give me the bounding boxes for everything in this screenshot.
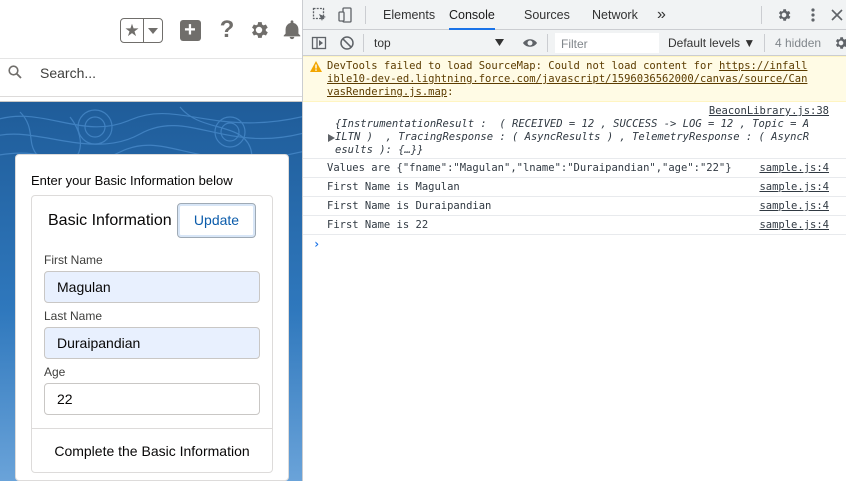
tab-network[interactable]: Network bbox=[592, 0, 638, 30]
first-name-label: First Name bbox=[44, 253, 103, 267]
divider bbox=[32, 428, 272, 429]
source-link[interactable]: sample.js:4 bbox=[759, 162, 829, 174]
tab-sources[interactable]: Sources bbox=[524, 0, 570, 30]
hidden-count: 4 hidden bbox=[775, 36, 822, 50]
basic-info-section: Basic Information Update First Name Magu… bbox=[31, 195, 273, 473]
search-input[interactable]: Search... bbox=[40, 65, 96, 81]
console-log: First Name is 22 sample.js:4 bbox=[303, 216, 846, 235]
warning-text: DevTools failed to load SourceMap: Could… bbox=[327, 60, 719, 72]
settings-gear-icon[interactable] bbox=[776, 7, 792, 23]
salesforce-app: ★ + ? Search... Enter your Basic Informa… bbox=[0, 0, 302, 481]
expand-triangle-icon[interactable] bbox=[328, 134, 335, 142]
card-intro: Enter your Basic Information below bbox=[31, 173, 233, 188]
star-icon[interactable]: ★ bbox=[121, 19, 144, 42]
devtools-tab-bar: Elements Console Sources Network » bbox=[303, 0, 846, 30]
console-output: DevTools failed to load SourceMap: Could… bbox=[303, 56, 846, 481]
warning-icon bbox=[310, 61, 322, 72]
console-toolbar: top Filter Default levels ▼ 4 hidden bbox=[303, 30, 846, 56]
toolbar-divider bbox=[764, 34, 765, 52]
log-levels-dropdown[interactable]: Default levels ▼ bbox=[668, 30, 755, 56]
more-tabs-icon[interactable]: » bbox=[657, 0, 666, 30]
global-header: ★ + ? bbox=[0, 0, 302, 58]
device-toolbar-icon[interactable] bbox=[338, 7, 354, 23]
lwc-card: Enter your Basic Information below Basic… bbox=[15, 154, 289, 481]
context-selector[interactable]: top bbox=[374, 30, 391, 56]
help-icon[interactable]: ? bbox=[215, 16, 239, 43]
sidebar-toggle-icon[interactable] bbox=[311, 35, 327, 51]
eye-icon[interactable] bbox=[522, 35, 538, 51]
console-prompt[interactable]: › bbox=[313, 237, 320, 251]
global-search[interactable]: Search... bbox=[0, 58, 302, 86]
card-footer: Complete the Basic Information bbox=[54, 443, 250, 459]
update-button[interactable]: Update bbox=[177, 203, 256, 238]
filter-input[interactable]: Filter bbox=[555, 33, 659, 53]
tab-elements[interactable]: Elements bbox=[383, 0, 435, 30]
close-icon[interactable] bbox=[829, 7, 845, 23]
log-text: First Name is Duraipandian bbox=[327, 200, 492, 212]
source-link[interactable]: sample.js:4 bbox=[759, 200, 829, 212]
object-preview-line1[interactable]: {InstrumentationResult : ( RECEIVED = 12… bbox=[335, 118, 809, 130]
clear-console-icon[interactable] bbox=[339, 35, 355, 51]
toolbar-divider bbox=[547, 34, 548, 52]
toolbar-divider bbox=[365, 6, 366, 24]
source-link[interactable]: BeaconLibrary.js:38 bbox=[709, 105, 829, 117]
toolbar-divider bbox=[363, 34, 364, 52]
inspect-element-icon[interactable] bbox=[312, 7, 328, 23]
sourcemap-link-end[interactable]: vasRendering.js.map bbox=[327, 86, 447, 98]
console-log: First Name is Duraipandian sample.js:4 bbox=[303, 197, 846, 216]
source-link[interactable]: sample.js:4 bbox=[759, 181, 829, 193]
object-preview-line2[interactable]: ILTN ) , TracingResponse : ( AsyncResult… bbox=[335, 131, 809, 143]
first-name-field[interactable]: Magulan bbox=[44, 271, 260, 303]
console-settings-gear-icon[interactable] bbox=[833, 35, 846, 51]
section-title: Basic Information bbox=[48, 212, 172, 229]
age-field[interactable]: 22 bbox=[44, 383, 260, 415]
age-label: Age bbox=[44, 365, 66, 379]
last-name-label: Last Name bbox=[44, 309, 103, 323]
console-log: Values are {"fname":"Magulan","lname":"D… bbox=[303, 159, 846, 178]
log-text: First Name is 22 bbox=[327, 219, 429, 231]
console-log: First Name is Magulan sample.js:4 bbox=[303, 178, 846, 197]
source-link[interactable]: sample.js:4 bbox=[759, 219, 829, 231]
bell-icon[interactable] bbox=[280, 18, 302, 42]
favorites-button[interactable]: ★ bbox=[120, 18, 163, 43]
sourcemap-link[interactable]: https://infall bbox=[719, 60, 808, 72]
add-icon[interactable]: + bbox=[178, 18, 202, 42]
warning-suffix: : bbox=[447, 86, 454, 98]
search-icon bbox=[8, 65, 22, 79]
devtools-panel: Elements Console Sources Network » top F… bbox=[302, 0, 846, 481]
tab-console[interactable]: Console bbox=[449, 0, 495, 30]
toolbar-divider bbox=[761, 6, 762, 24]
console-object-message: BeaconLibrary.js:38 {InstrumentationResu… bbox=[303, 103, 846, 159]
chevron-down-icon[interactable] bbox=[495, 39, 504, 46]
object-preview-line3[interactable]: esults ): {…}} bbox=[335, 144, 424, 156]
console-warning: DevTools failed to load SourceMap: Could… bbox=[303, 56, 846, 102]
chevron-down-icon[interactable] bbox=[144, 19, 162, 42]
sourcemap-link-cont[interactable]: ible10-dev-ed.lightning.force.com/javasc… bbox=[327, 73, 807, 85]
last-name-field[interactable]: Duraipandian bbox=[44, 327, 260, 359]
more-options-icon[interactable] bbox=[805, 7, 821, 23]
log-text: First Name is Magulan bbox=[327, 181, 460, 193]
log-text: Values are {"fname":"Magulan","lname":"D… bbox=[327, 162, 732, 174]
gear-icon[interactable] bbox=[247, 18, 271, 42]
